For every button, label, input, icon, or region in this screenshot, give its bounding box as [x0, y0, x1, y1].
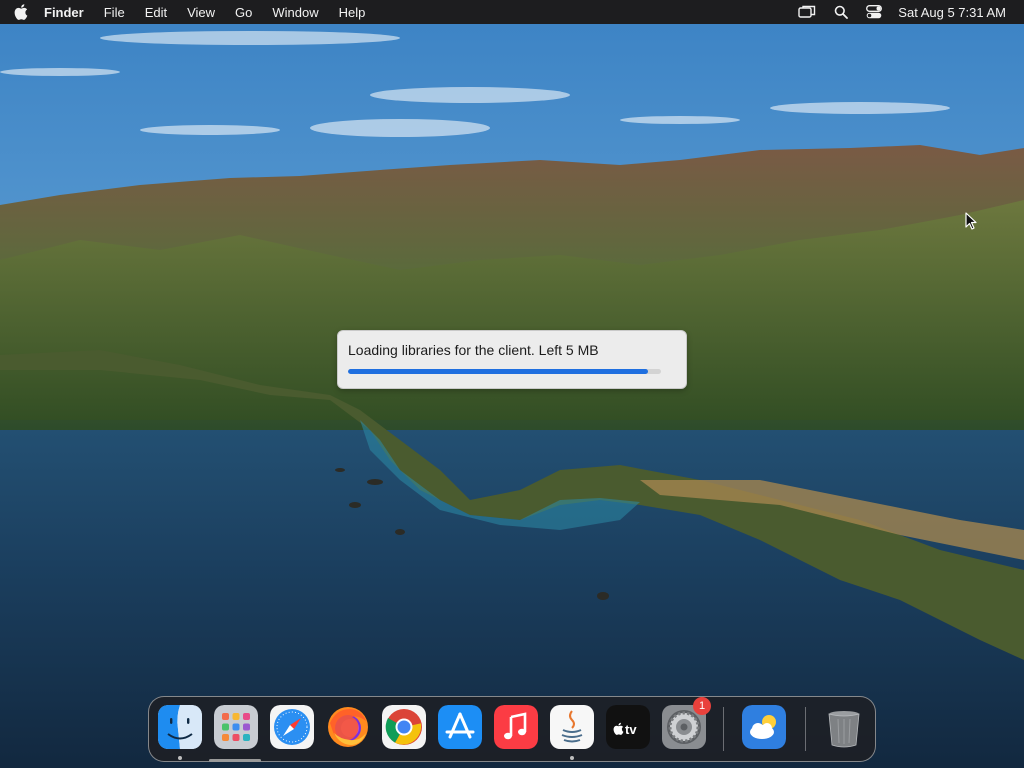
loading-message: Loading libraries for the client. Left 5… [348, 342, 599, 358]
loading-progress-bar [348, 369, 661, 374]
notification-badge: 1 [693, 697, 711, 715]
menu-help[interactable]: Help [339, 5, 366, 20]
menu-bar: Finder File Edit View Go Window Help Sat… [0, 0, 1024, 24]
dock-apple-tv-icon[interactable]: tv [606, 705, 650, 749]
menu-go[interactable]: Go [235, 5, 252, 20]
dock-finder-icon[interactable] [158, 705, 202, 749]
dock-app-store-icon[interactable] [438, 705, 482, 749]
dock-firefox-icon[interactable] [326, 705, 370, 749]
control-center-icon[interactable] [866, 5, 883, 19]
menu-file[interactable]: File [104, 5, 125, 20]
apple-logo-icon[interactable] [14, 4, 30, 20]
loading-dialog: Loading libraries for the client. Left 5… [337, 330, 687, 389]
menu-window[interactable]: Window [272, 5, 318, 20]
spotlight-search-icon[interactable] [834, 5, 849, 19]
dock: tv 1 [148, 696, 876, 762]
java-running-indicator [570, 756, 574, 760]
loading-progress-fill [348, 369, 649, 374]
dock-safari-icon[interactable] [270, 705, 314, 749]
dock-launchpad-icon[interactable] [214, 705, 258, 749]
screen-mirroring-icon[interactable] [798, 5, 816, 19]
dock-weather-icon[interactable] [742, 705, 786, 749]
menu-app-name[interactable]: Finder [44, 5, 84, 20]
menu-clock[interactable]: Sat Aug 5 7:31 AM [898, 5, 1006, 20]
menu-edit[interactable]: Edit [145, 5, 167, 20]
launchpad-hover-indicator [209, 759, 261, 762]
dock-chrome-icon[interactable] [382, 705, 426, 749]
menu-view[interactable]: View [187, 5, 215, 20]
dock-music-icon[interactable] [494, 705, 538, 749]
svg-text:tv: tv [625, 722, 637, 737]
dock-separator [723, 707, 724, 751]
dock-trash-icon[interactable] [822, 705, 866, 749]
dock-separator-trash [805, 707, 806, 751]
mouse-pointer-icon [965, 212, 977, 235]
dock-java-icon[interactable] [550, 705, 594, 749]
finder-running-indicator [178, 756, 182, 760]
dock-system-preferences-icon[interactable]: 1 [662, 697, 711, 749]
